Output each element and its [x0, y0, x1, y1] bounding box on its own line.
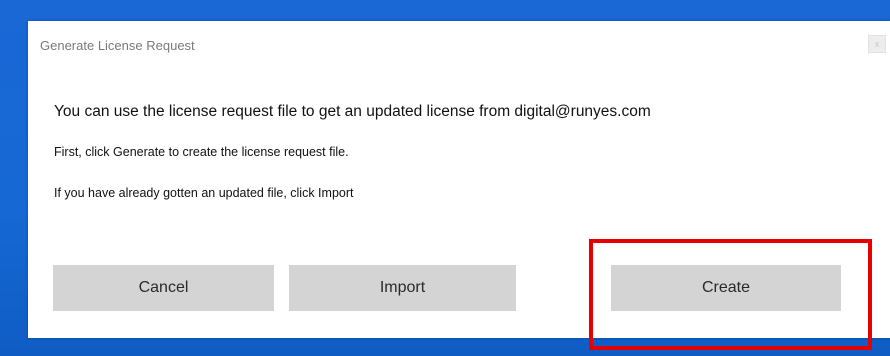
instruction-main: You can use the license request file to … — [54, 103, 651, 120]
import-button[interactable]: Import — [289, 265, 516, 311]
annotation-highlight-box — [589, 239, 872, 350]
close-icon: x — [874, 39, 880, 49]
dialog-title: Generate License Request — [40, 38, 195, 53]
instruction-generate: First, click Generate to create the lice… — [54, 145, 349, 159]
close-button[interactable]: x — [868, 35, 886, 53]
instruction-import: If you have already gotten an updated fi… — [54, 186, 354, 200]
cancel-button[interactable]: Cancel — [53, 265, 274, 311]
